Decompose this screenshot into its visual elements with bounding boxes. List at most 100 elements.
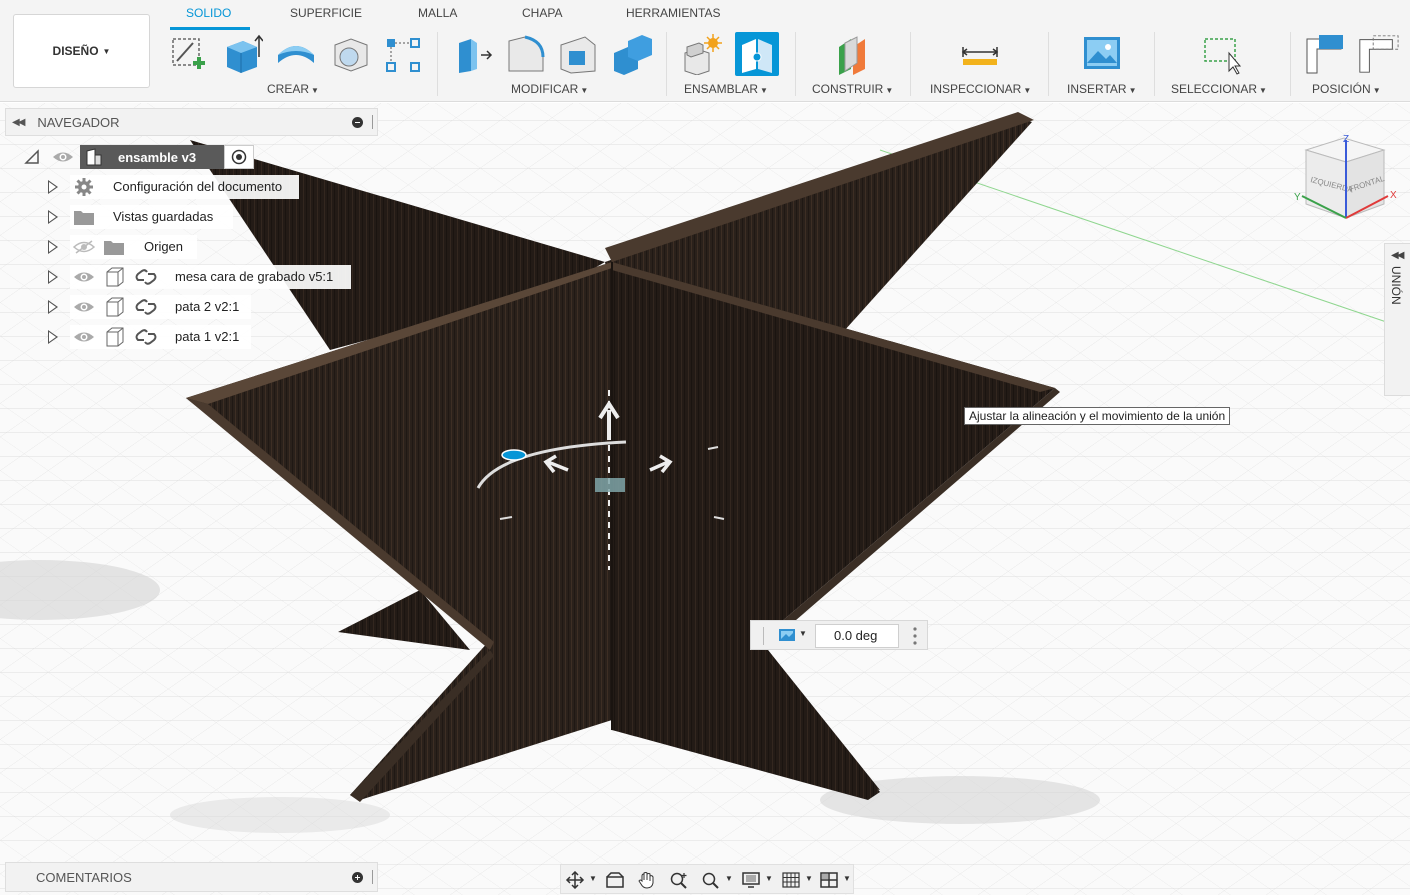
offset-plane-button[interactable] — [832, 32, 876, 76]
tab-herramientas[interactable]: HERRAMIENTAS — [626, 6, 720, 20]
expand-triangle-icon[interactable] — [48, 210, 58, 224]
seleccionar-label: SELECCIONAR — [1171, 82, 1258, 96]
zoom-icon[interactable] — [669, 871, 689, 889]
joint-panel-collapsed[interactable]: ◀◀ UNIÓN — [1384, 243, 1410, 396]
combine-button[interactable] — [610, 32, 654, 76]
viewports-icon[interactable] — [819, 871, 839, 889]
workspace-label: DISEÑO — [52, 44, 99, 58]
tab-malla[interactable]: MALLA — [418, 6, 457, 20]
shadow — [170, 797, 390, 833]
tree-item-label: pata 2 v2:1 — [175, 299, 240, 314]
chevron-down-icon[interactable]: ▼ — [805, 874, 813, 883]
link-icon — [135, 269, 157, 285]
resize-grip[interactable] — [372, 870, 373, 884]
workspace-dropdown[interactable]: DISEÑO ▼ — [13, 14, 150, 88]
viewcube[interactable]: IZQUIERDA FRONTAL Z X Y — [1290, 130, 1400, 230]
link-icon — [135, 329, 157, 345]
measure-button[interactable] — [958, 32, 1002, 76]
joint-button[interactable] — [735, 32, 779, 76]
pan-hand-icon[interactable] — [637, 871, 657, 889]
tree-item-component-pata2[interactable]: pata 2 v2:1 — [48, 295, 239, 319]
more-options-icon[interactable] — [913, 626, 917, 646]
expand-triangle-icon[interactable] — [48, 180, 58, 194]
chevron-down-icon[interactable]: ▼ — [725, 874, 733, 883]
crear-menu[interactable]: CREAR ▼ — [267, 82, 319, 96]
chevron-down-icon[interactable]: ▼ — [589, 874, 597, 883]
orbit-icon[interactable] — [565, 871, 585, 889]
eye-icon[interactable] — [73, 269, 95, 285]
chamfer-button[interactable] — [556, 32, 600, 76]
minimize-icon[interactable] — [352, 117, 363, 128]
inspeccionar-menu[interactable]: INSPECCIONAR ▼ — [930, 82, 1031, 96]
expand-triangle-icon[interactable] — [48, 240, 58, 254]
revolve-button[interactable] — [274, 32, 318, 76]
radio-icon — [231, 149, 247, 165]
collapse-triangle-icon[interactable] — [24, 149, 40, 165]
component-icon — [106, 297, 124, 317]
create-sketch-button[interactable] — [166, 32, 210, 76]
pattern-icon — [386, 38, 420, 72]
grid-settings-icon[interactable] — [781, 871, 801, 889]
tooltip: Ajustar la alineación y el movimiento de… — [964, 407, 1231, 425]
chevron-down-icon[interactable]: ▼ — [799, 629, 807, 638]
eye-hidden-icon[interactable] — [73, 239, 95, 255]
active-tab-indicator — [170, 27, 250, 30]
divider — [1290, 32, 1291, 96]
ensamblar-menu[interactable]: ENSAMBLAR ▼ — [684, 82, 768, 96]
comments-panel[interactable]: COMENTARIOS — [5, 862, 378, 892]
eye-icon[interactable] — [73, 299, 95, 315]
tab-chapa[interactable]: CHAPA — [522, 6, 562, 20]
posicion-menu[interactable]: POSICIÓN ▼ — [1312, 82, 1381, 96]
insert-canvas-button[interactable] — [1079, 32, 1123, 76]
construir-menu[interactable]: CONSTRUIR ▼ — [812, 82, 893, 96]
joint-origin-icon — [501, 449, 527, 461]
expand-triangle-icon[interactable] — [48, 270, 58, 284]
tree-item-saved-views[interactable]: Vistas guardadas — [48, 205, 213, 229]
pattern-button[interactable] — [380, 32, 424, 76]
tab-solido[interactable]: SOLIDO — [186, 6, 231, 20]
collapse-icon[interactable]: ◀◀ — [12, 117, 25, 128]
tree-item-label: Origen — [144, 239, 184, 254]
extrude-button[interactable] — [220, 32, 264, 76]
drag-grip[interactable] — [763, 627, 764, 645]
tree-item-label: Configuración del documento — [113, 179, 283, 194]
tree-root-row[interactable]: ensamble v3 — [24, 145, 254, 169]
select-button[interactable] — [1198, 32, 1242, 76]
new-component-button[interactable] — [680, 32, 724, 76]
capture-position-button[interactable] — [1302, 32, 1346, 76]
press-pull-button[interactable] — [450, 32, 494, 76]
expand-triangle-icon[interactable] — [48, 330, 58, 344]
activate-radio[interactable] — [224, 145, 254, 169]
shell-button[interactable] — [328, 32, 372, 76]
joint-snap-icon — [595, 478, 625, 492]
tree-item-label: Vistas guardadas — [113, 209, 214, 224]
revert-position-button[interactable] — [1356, 32, 1400, 76]
insertar-menu[interactable]: INSERTAR ▼ — [1067, 82, 1137, 96]
tree-item-component-mesa[interactable]: mesa cara de grabado v5:1 — [48, 265, 333, 289]
modificar-menu[interactable]: MODIFICAR ▼ — [511, 82, 588, 96]
chevron-down-icon: ▼ — [1259, 86, 1267, 95]
fit-icon[interactable] — [701, 871, 721, 889]
fillet-button[interactable] — [504, 32, 548, 76]
seleccionar-menu[interactable]: SELECCIONAR ▼ — [1171, 82, 1267, 96]
look-at-icon[interactable] — [605, 871, 625, 889]
comments-title: COMENTARIOS — [36, 869, 132, 885]
tab-superficie[interactable]: SUPERFICIE — [290, 6, 362, 20]
display-settings-icon[interactable] — [741, 871, 761, 889]
ribbon-toolbar: DISEÑO ▼ SOLIDO SUPERFICIE MALLA CHAPA HE… — [0, 0, 1410, 102]
angle-value-field[interactable]: 0.0 deg — [815, 624, 899, 648]
chevron-down-icon[interactable]: ▼ — [843, 874, 851, 883]
tree-item-document-settings[interactable]: Configuración del documento — [48, 175, 282, 199]
expand-panel-icon[interactable]: ◀◀ — [1391, 250, 1404, 261]
expand-triangle-icon[interactable] — [48, 300, 58, 314]
eye-icon[interactable] — [73, 329, 95, 345]
eye-icon[interactable] — [52, 149, 74, 165]
tree-item-component-pata1[interactable]: pata 1 v2:1 — [48, 325, 239, 349]
chevron-down-icon[interactable]: ▼ — [765, 874, 773, 883]
tree-item-origin[interactable]: Origen — [48, 235, 183, 259]
y-axis-label: Y — [1294, 192, 1301, 203]
resize-grip[interactable] — [372, 115, 373, 129]
add-comment-icon[interactable] — [352, 872, 363, 883]
navigator-header[interactable]: ◀◀ NAVEGADOR — [5, 108, 378, 136]
image-picker-icon[interactable] — [779, 629, 795, 641]
